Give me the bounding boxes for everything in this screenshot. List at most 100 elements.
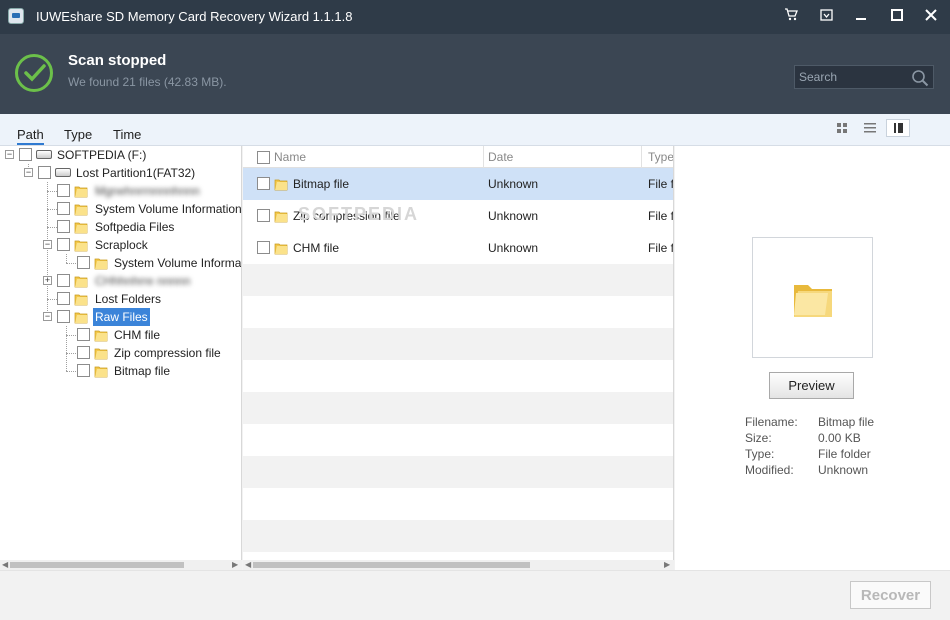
column-header-type[interactable]: Type <box>648 150 673 164</box>
empty-row <box>243 264 673 296</box>
collapse-icon[interactable]: − <box>5 150 14 159</box>
preview-panel: Preview Filename: Bitmap file Size: 0.00… <box>675 146 950 570</box>
collapse-icon[interactable]: − <box>43 312 52 321</box>
grid-view-icon[interactable] <box>830 119 854 137</box>
file-type: File f <box>648 241 674 255</box>
tree-item-label: Lost Folders <box>95 292 162 306</box>
tree-item-partition[interactable]: − Lost Partition1(FAT32) <box>0 164 241 182</box>
checkbox[interactable] <box>57 292 70 305</box>
tree-item-label: SOFTPEDIA (F:) <box>57 148 147 162</box>
meta-value-type: File folder <box>818 447 871 461</box>
close-icon[interactable] <box>920 6 942 28</box>
recover-button[interactable]: Recover <box>850 581 931 609</box>
tree-item-folder[interactable]: System Volume Information <box>0 254 241 272</box>
folder-icon <box>74 220 88 234</box>
checkbox[interactable] <box>57 184 70 197</box>
select-all-checkbox[interactable] <box>257 151 270 164</box>
checkbox[interactable] <box>19 148 32 161</box>
checkbox[interactable] <box>257 177 270 190</box>
meta-value-filename: Bitmap file <box>818 415 875 429</box>
file-list[interactable]: Name Date Type Bitmap file Unknown File … <box>243 146 674 560</box>
tree-item-folder[interactable]: Lost Folders <box>0 290 241 308</box>
list-view-icon[interactable] <box>858 119 882 137</box>
search-input[interactable] <box>799 69 907 85</box>
tab-path[interactable]: Path <box>17 127 44 145</box>
checkbox[interactable] <box>38 166 51 179</box>
tree-item-folder[interactable]: CHM file <box>0 326 241 344</box>
detail-view-icon[interactable] <box>886 119 910 137</box>
tree-item-folder[interactable]: Mgnehnrrnnnnhnnn <box>0 182 241 200</box>
tree-item-label: CHhhnhrre nnnnn <box>95 274 191 288</box>
file-date: Unknown <box>488 241 539 255</box>
search-box[interactable] <box>794 65 934 89</box>
file-type: File f <box>648 209 674 223</box>
collapse-icon[interactable]: − <box>24 168 33 177</box>
scroll-right-icon[interactable]: ▶ <box>664 560 670 570</box>
scrollbar-thumb[interactable] <box>253 562 530 568</box>
checkbox[interactable] <box>77 328 90 341</box>
window-title: IUWEshare SD Memory Card Recovery Wizard… <box>36 9 353 24</box>
table-row[interactable]: Bitmap file Unknown File f <box>243 168 673 200</box>
column-divider[interactable] <box>483 146 484 168</box>
meta-label-modified: Modified: <box>745 463 794 477</box>
list-horizontal-scrollbar[interactable]: ◀ ▶ <box>243 560 674 570</box>
column-divider[interactable] <box>641 146 642 168</box>
minimize-icon[interactable] <box>850 6 872 28</box>
tree-item-root[interactable]: − SOFTPEDIA (F:) <box>0 146 241 164</box>
collapse-icon[interactable]: − <box>43 240 52 249</box>
tree-item-folder[interactable]: Softpedia Files <box>0 218 241 236</box>
expand-icon[interactable]: + <box>43 276 52 285</box>
scan-status-summary: We found 21 files (42.83 MB). <box>68 75 227 89</box>
empty-row <box>243 456 673 488</box>
tab-time[interactable]: Time <box>113 127 141 142</box>
folder-icon <box>74 184 88 198</box>
tree-item-folder[interactable]: Bitmap file <box>0 362 241 380</box>
preview-button[interactable]: Preview <box>769 372 854 399</box>
checkbox[interactable] <box>257 241 270 254</box>
column-header-date[interactable]: Date <box>488 150 513 164</box>
search-icon[interactable] <box>911 69 929 87</box>
table-row[interactable]: CHM file Unknown File f <box>243 232 674 264</box>
empty-row <box>243 296 673 328</box>
meta-label-size: Size: <box>745 431 772 445</box>
tree-item-raw-files[interactable]: − Raw Files <box>0 308 241 326</box>
maximize-icon[interactable] <box>886 6 908 28</box>
checkbox[interactable] <box>57 238 70 251</box>
checkbox[interactable] <box>57 274 70 287</box>
column-header-name[interactable]: Name <box>274 150 306 164</box>
scroll-right-icon[interactable]: ▶ <box>232 560 238 570</box>
file-name: CHM file <box>293 241 340 255</box>
folder-tree[interactable]: − SOFTPEDIA (F:) − Lost Partition1(FAT32… <box>0 146 242 560</box>
tree-item-folder[interactable]: System Volume Information <box>0 200 241 218</box>
menu-icon[interactable] <box>815 6 837 28</box>
checkbox[interactable] <box>77 364 90 377</box>
empty-row <box>243 424 673 456</box>
cart-icon[interactable] <box>780 6 802 28</box>
tree-item-folder[interactable]: Zip compression file <box>0 344 241 362</box>
scroll-left-icon[interactable]: ◀ <box>245 560 251 570</box>
tree-item-folder[interactable]: − Scraplock <box>0 236 241 254</box>
checkmark-icon <box>15 54 53 92</box>
checkbox[interactable] <box>257 209 270 222</box>
file-name: Bitmap file <box>293 177 350 191</box>
tree-item-folder[interactable]: + CHhhnhrre nnnnn <box>0 272 241 290</box>
tree-item-label: CHM file <box>114 328 161 342</box>
scrollbar-thumb[interactable] <box>10 562 184 568</box>
checkbox[interactable] <box>57 202 70 215</box>
drive-icon <box>36 150 52 159</box>
checkbox[interactable] <box>77 256 90 269</box>
tab-type[interactable]: Type <box>64 127 92 142</box>
scroll-left-icon[interactable]: ◀ <box>2 560 8 570</box>
preview-thumbnail <box>752 237 873 358</box>
tree-item-label: Mgnehnrrnnnnhnnn <box>95 184 200 198</box>
tree-horizontal-scrollbar[interactable]: ◀ ▶ <box>0 560 242 570</box>
meta-value-size: 0.00 KB <box>818 431 861 445</box>
checkbox[interactable] <box>57 310 70 323</box>
file-list-header: Name Date Type <box>243 146 673 168</box>
empty-row <box>243 488 673 520</box>
meta-value-modified: Unknown <box>818 463 869 477</box>
file-date: Unknown <box>488 177 539 191</box>
checkbox[interactable] <box>77 346 90 359</box>
checkbox[interactable] <box>57 220 70 233</box>
empty-row <box>243 328 673 360</box>
